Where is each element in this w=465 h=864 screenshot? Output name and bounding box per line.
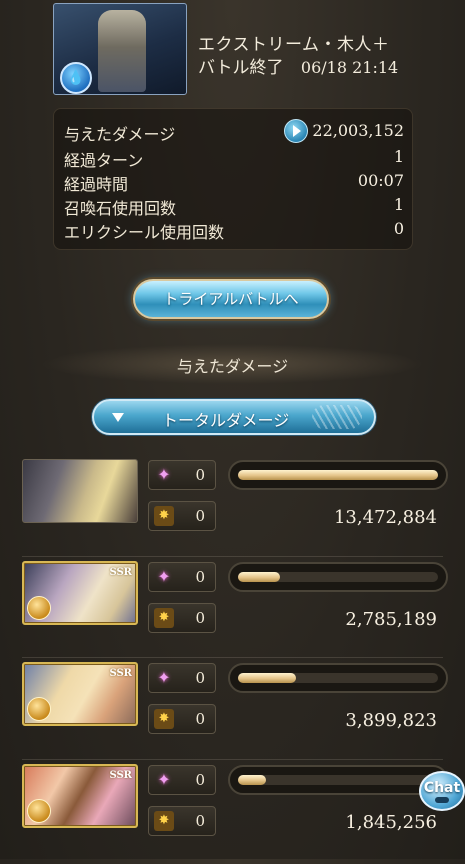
ca-count-chip: ✸ 0 <box>148 603 216 633</box>
rarity-badge: SSR <box>109 668 132 679</box>
row-divider <box>22 759 443 760</box>
stat-row-time: 経過時間 00:07 <box>64 171 404 194</box>
element-icon <box>27 596 51 620</box>
character-portrait[interactable]: SSR <box>22 662 138 726</box>
ca-count: 0 <box>195 609 205 627</box>
bar-background <box>238 775 438 785</box>
damage-value: 13,472,884 <box>333 507 437 528</box>
stat-label: 経過ターン <box>64 151 144 170</box>
skill-count-chip: ✦ 0 <box>148 663 216 693</box>
boss-figure <box>98 10 146 92</box>
bar-fill <box>238 775 266 785</box>
caret-down-icon <box>112 413 124 422</box>
bar-fill <box>238 572 280 582</box>
rarity-badge: SSR <box>109 567 132 578</box>
sparkle-icon: ✦ <box>157 770 171 789</box>
skill-count: 0 <box>195 771 205 789</box>
character-portrait[interactable]: SSR <box>22 561 138 625</box>
boss-portrait: 💧 <box>53 3 187 95</box>
ca-count: 0 <box>195 507 205 525</box>
ca-count: 0 <box>195 812 205 830</box>
stat-value: 1 <box>393 195 404 214</box>
character-portrait[interactable] <box>22 459 138 523</box>
bar-fill <box>238 673 296 683</box>
trial-battle-button[interactable]: トライアルバトルへ <box>133 279 329 319</box>
skill-count-chip: ✦ 0 <box>148 460 216 490</box>
stat-value: 0 <box>393 219 404 238</box>
damage-share-bar <box>228 765 448 795</box>
boss-name: エクストリーム・木人＋ <box>198 35 390 55</box>
stat-value: 22,003,152 <box>312 121 404 140</box>
sparkle-icon: ✦ <box>157 465 171 484</box>
damage-share-bar <box>228 460 448 490</box>
damage-value: 1,845,256 <box>345 812 437 833</box>
charge-attack-icon: ✸ <box>154 506 174 526</box>
skill-count: 0 <box>195 669 205 687</box>
charge-attack-icon: ✸ <box>154 709 174 729</box>
row-divider <box>22 657 443 658</box>
chat-dots-icon <box>435 797 449 803</box>
charge-attack-icon: ✸ <box>154 811 174 831</box>
sparkle-icon: ✦ <box>157 567 171 586</box>
element-icon <box>27 799 51 823</box>
water-element-icon: 💧 <box>60 62 92 94</box>
character-row: SSR ✦ 0 ✸ 0 1,845,256 <box>0 759 465 864</box>
ca-count: 0 <box>195 710 205 728</box>
stat-label: 経過時間 <box>64 175 129 194</box>
character-portrait[interactable]: SSR <box>22 764 138 828</box>
ca-count-chip: ✸ 0 <box>148 501 216 531</box>
damage-value: 3,899,823 <box>345 710 437 731</box>
chat-button[interactable]: Chat <box>419 771 465 811</box>
skill-count: 0 <box>195 466 205 484</box>
battle-timestamp: 06/18 21:14 <box>300 58 399 77</box>
battle-end-line: バトル終了 06/18 21:14 <box>198 53 398 78</box>
rarity-badge: SSR <box>109 770 132 781</box>
skill-count-chip: ✦ 0 <box>148 765 216 795</box>
battle-end-label: バトル終了 <box>198 58 284 78</box>
stat-label: 与えたダメージ <box>64 125 176 144</box>
damage-value: 2,785,189 <box>345 609 437 630</box>
bar-fill <box>238 470 438 480</box>
damage-type-dropdown[interactable]: トータルダメージ <box>92 399 376 435</box>
stat-row-elixir: エリクシール使用回数 0 <box>64 219 404 242</box>
battle-stats-panel: 与えたダメージ 22,003,152 経過ターン 1 経過時間 00:07 召喚… <box>53 108 413 250</box>
dropdown-selected-value: トータルダメージ <box>162 411 290 430</box>
damage-share-bar <box>228 562 448 592</box>
ca-count-chip: ✸ 0 <box>148 806 216 836</box>
stat-row-damage: 与えたダメージ 22,003,152 <box>64 119 404 144</box>
stat-label: エリクシール使用回数 <box>64 223 225 242</box>
damage-section-title: 与えたダメージ <box>176 357 289 376</box>
stat-value: 00:07 <box>357 171 404 190</box>
skill-count-chip: ✦ 0 <box>148 562 216 592</box>
character-row: SSR ✦ 0 ✸ 0 2,785,189 <box>0 556 465 661</box>
skill-count: 0 <box>195 568 205 586</box>
stat-label: 召喚石使用回数 <box>64 199 177 218</box>
ca-count-chip: ✸ 0 <box>148 704 216 734</box>
stat-row-summons: 召喚石使用回数 1 <box>64 195 404 218</box>
dropdown-decoration <box>312 405 362 429</box>
row-divider <box>22 556 443 557</box>
character-row: SSR ✦ 0 ✸ 0 3,899,823 <box>0 657 465 762</box>
play-icon[interactable] <box>284 119 308 143</box>
charge-attack-icon: ✸ <box>154 608 174 628</box>
element-icon <box>27 697 51 721</box>
character-row: ✦ 0 ✸ 0 13,472,884 <box>0 459 465 559</box>
stat-row-turns: 経過ターン 1 <box>64 147 404 170</box>
stat-value: 1 <box>393 147 404 166</box>
damage-share-bar <box>228 663 448 693</box>
chat-label: Chat <box>423 780 461 796</box>
sparkle-icon: ✦ <box>157 668 171 687</box>
